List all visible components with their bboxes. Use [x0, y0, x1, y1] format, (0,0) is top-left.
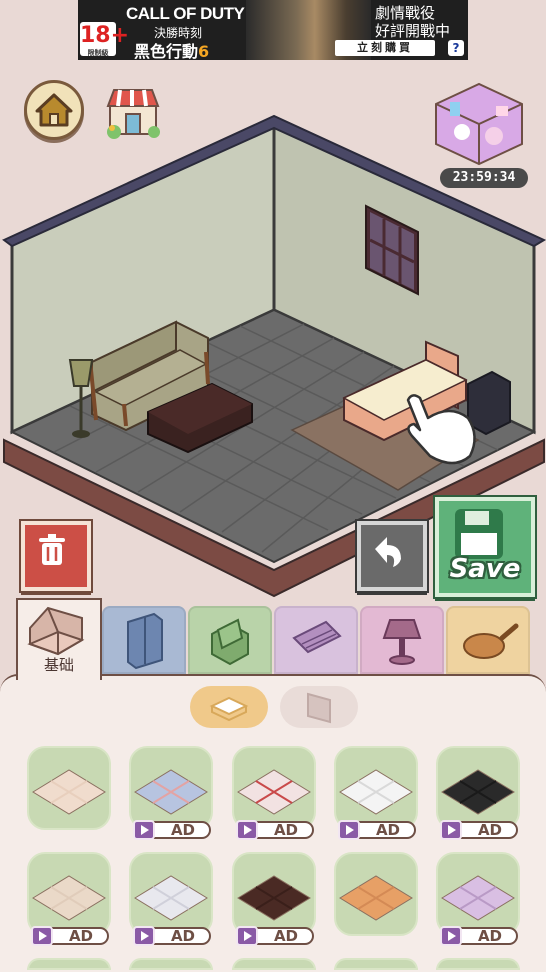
delete-button[interactable]: [21, 521, 91, 591]
tab-basic-label: 基础: [43, 656, 74, 674]
ad-label: AD: [477, 927, 502, 945]
floor-option-floor-lilac-weave[interactable]: [436, 852, 520, 936]
video-play-icon: [31, 926, 53, 946]
floor-option-floor-red-pattern[interactable]: [232, 746, 316, 830]
age-rating-badge: 18+ 限制級: [80, 22, 130, 57]
video-play-icon: [440, 926, 462, 946]
wardrobe-icon: [127, 612, 163, 670]
floor-swatch: [32, 769, 106, 815]
save-button[interactable]: Save: [435, 497, 535, 597]
floor-tile-icon: [209, 696, 249, 722]
wall-segment-button[interactable]: [280, 686, 358, 728]
tab-rugs[interactable]: [274, 606, 358, 674]
nightstand: [467, 370, 511, 436]
frying-pan-icon: [463, 623, 519, 659]
wallpaper-icon: [307, 692, 331, 724]
ad-label: AD: [477, 821, 502, 839]
floor-option-floor-gray-check[interactable]: [129, 852, 213, 936]
ad-unlock-badge: AD: [133, 820, 211, 840]
floor-option-partial[interactable]: [27, 958, 111, 970]
ad-label: AD: [68, 927, 93, 945]
floor-option-floor-plain[interactable]: [27, 746, 111, 830]
room-base-icon: [27, 606, 85, 656]
video-play-icon: [338, 820, 360, 840]
video-play-icon: [440, 820, 462, 840]
undo-arrow-icon: [375, 537, 401, 567]
ad-label: AD: [273, 927, 298, 945]
ad-label: AD: [170, 821, 195, 839]
floor-option-partial[interactable]: [129, 958, 213, 970]
floor-option-floor-blue-red[interactable]: [129, 746, 213, 830]
floor-swatch: [339, 769, 413, 815]
ad-label: AD: [375, 821, 400, 839]
floor-option-floor-white[interactable]: [334, 746, 418, 830]
ad-label: AD: [273, 821, 298, 839]
floor-segment-button[interactable]: [190, 686, 268, 728]
lamp-icon: [382, 619, 422, 665]
ad-buy-button[interactable]: 立刻購買: [335, 40, 435, 56]
tab-lighting[interactable]: [360, 606, 444, 674]
floor-option-floor-black[interactable]: [436, 746, 520, 830]
floor-option-partial[interactable]: [232, 958, 316, 970]
trash-icon: [39, 534, 65, 565]
ad-unlock-badge: AD: [133, 926, 211, 946]
ad-right-line2: 好評開戰中: [375, 22, 451, 40]
tab-seating[interactable]: [188, 606, 272, 674]
undo-button[interactable]: [357, 521, 427, 591]
video-play-icon: [236, 820, 258, 840]
ad-brand: CALL OF DUTY: [126, 4, 245, 23]
ad-unlock-badge: AD: [440, 926, 518, 946]
save-label: Save: [449, 554, 521, 584]
floor-swatch: [32, 875, 106, 921]
floor-swatch: [441, 769, 515, 815]
ad-unlock-badge: AD: [236, 820, 314, 840]
ad-unlock-badge: AD: [440, 820, 518, 840]
floor-option-floor-dark-wood[interactable]: [232, 852, 316, 936]
video-play-icon: [236, 926, 258, 946]
video-play-icon: [133, 926, 155, 946]
ad-unlock-badge: AD: [338, 820, 416, 840]
tab-kitchen[interactable]: [446, 606, 530, 674]
floor-option-partial[interactable]: [334, 958, 418, 970]
floor-swatch: [134, 769, 208, 815]
tab-cabinets[interactable]: [102, 606, 186, 674]
ad-banner[interactable]: 18+ 限制級 CALL OF DUTY 決勝時刻 黑色行動6 劇情戰役 好評開戰…: [78, 0, 468, 60]
video-play-icon: [133, 820, 155, 840]
floor-swatch: [237, 769, 311, 815]
ad-title: 黑色行動6: [134, 42, 210, 60]
floor-swatch: [339, 875, 413, 921]
floor-swatch: [237, 875, 311, 921]
tab-basic[interactable]: 基础: [16, 598, 102, 680]
ad-label: AD: [170, 927, 195, 945]
floor-swatch: [441, 875, 515, 921]
ad-unlock-badge: AD: [31, 926, 109, 946]
rug-roll-icon: [292, 620, 342, 654]
ad-unlock-badge: AD: [236, 926, 314, 946]
armchair-icon: [211, 618, 249, 666]
floor-option-floor-beige[interactable]: [27, 852, 111, 936]
floor-option-partial[interactable]: [436, 958, 520, 970]
floor-swatch: [134, 875, 208, 921]
floor-option-floor-parquet[interactable]: [334, 852, 418, 936]
ad-help-button[interactable]: ?: [448, 40, 464, 56]
